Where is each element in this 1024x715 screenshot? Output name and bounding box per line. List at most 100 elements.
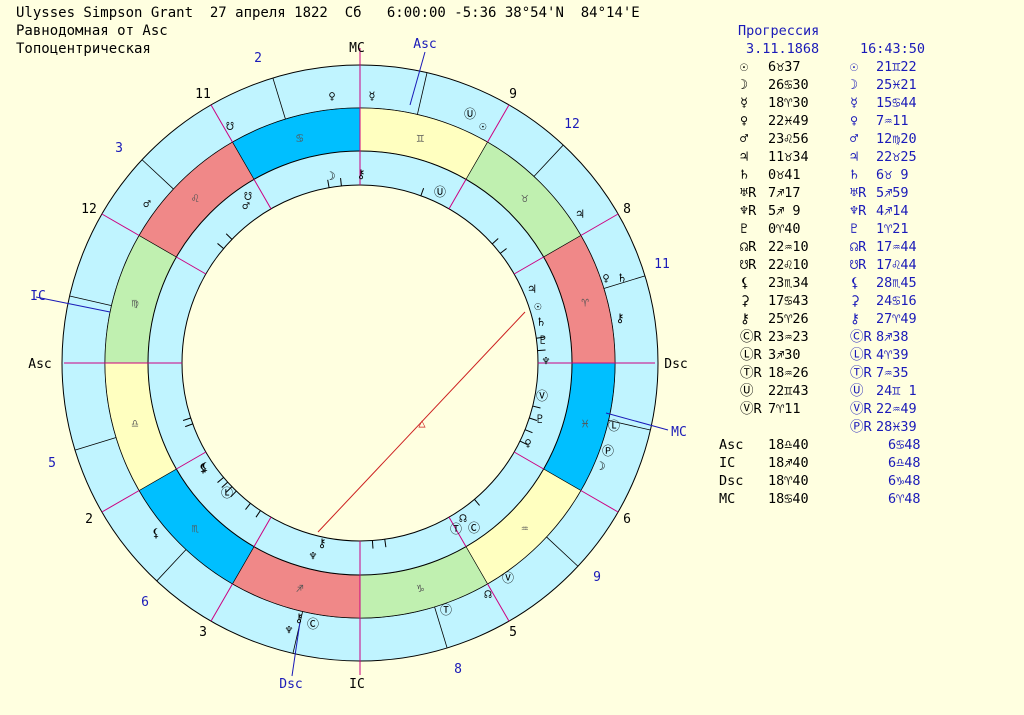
progressed-planet-glyph: ⚸: [850, 275, 860, 291]
natal-asc-label: Asc: [28, 357, 51, 372]
outer-planet-glyph: Ⓤ: [464, 107, 476, 121]
natal-dsc-label: Dsc: [664, 357, 687, 372]
natal-planet-position: 23♌56: [768, 131, 809, 147]
outer-planet-glyph: ⚸: [152, 526, 161, 540]
natal-house-number: 6: [623, 512, 631, 527]
progressed-house-number: 9: [593, 570, 601, 585]
outer-planet-glyph: Ⓟ: [602, 444, 614, 458]
progressed-planet-glyph: ⓉR: [850, 365, 872, 381]
sign-glyph: ♌: [192, 191, 199, 205]
progressed-planet-position: 17♌44: [876, 257, 917, 273]
progressed-planet-position: 28♏45: [876, 275, 917, 291]
progression-time: 16:43:50: [860, 41, 926, 57]
progressed-planet-glyph: ♆R: [850, 203, 867, 219]
angle-progressed-position: 6♈48: [888, 491, 921, 507]
natal-planet-glyph: ⒸR: [740, 329, 762, 345]
sign-glyph: ♎: [131, 416, 138, 430]
planet-tick: [371, 540, 374, 549]
progressed-ic-label: IC: [30, 289, 46, 304]
progressed-asc-label: Asc: [413, 37, 436, 52]
natal-planet-glyph: ♀: [740, 113, 749, 129]
progressed-planet-position: 22♉25: [876, 149, 917, 165]
outer-planet-glyph: ☋: [226, 119, 234, 133]
natal-planet-position: 22♓49: [768, 113, 809, 129]
natal-planet-position: 6♉37: [768, 59, 801, 75]
natal-planet-glyph: ⓉR: [740, 365, 762, 381]
natal-planet-glyph: ♃: [740, 149, 749, 165]
natal-house-number: 11: [195, 87, 211, 102]
natal-mc-label: MC: [349, 41, 365, 56]
progressed-planet-glyph: ♄: [850, 167, 859, 183]
natal-planet-position: 5♐ 9: [768, 203, 801, 219]
trine-aspect-symbol: △: [418, 416, 426, 430]
natal-planet-position: 26♋30: [768, 77, 809, 93]
progressed-planet-position: 1♈21: [876, 221, 909, 237]
sign-glyph: ♉: [521, 191, 528, 205]
inner-planet-glyph: ♆: [542, 354, 549, 368]
progressed-planet-position: 17♒44: [876, 239, 917, 255]
natal-planet-glyph: ♄: [740, 167, 749, 183]
progressed-planet-position: 27♈49: [876, 311, 917, 327]
natal-planet-position: 18♒26: [768, 365, 809, 381]
natal-planet-glyph: ♅R: [740, 185, 757, 201]
progressed-planet-glyph: ⒸR: [850, 329, 872, 345]
sign-glyph: ♈: [581, 296, 589, 310]
outer-planet-glyph: ☊: [484, 587, 492, 601]
progressed-planet-glyph: ⓅR: [850, 419, 872, 435]
sign-glyph: ♒: [521, 521, 528, 535]
progressed-planet-glyph: ☿: [850, 95, 859, 111]
progressed-planet-glyph: ⚳: [850, 293, 860, 309]
natal-planet-glyph: Ⓤ: [740, 383, 754, 399]
outer-planet-glyph: ♆: [285, 623, 292, 637]
inner-planet-glyph: ♇: [536, 412, 543, 426]
progressed-planet-position: 4♐14: [876, 203, 909, 219]
outer-planet-glyph: Ⓛ: [608, 419, 620, 433]
natal-planet-glyph: ☽: [740, 77, 749, 93]
natal-planet-position: 22♌10: [768, 257, 809, 273]
progressed-planet-position: 15♋44: [876, 95, 917, 111]
natal-house-number: 2: [85, 512, 93, 527]
progressed-house-number: 11: [654, 257, 670, 272]
progressed-planet-position: 8♐38: [876, 329, 909, 345]
progressed-planet-position: 28♓39: [876, 419, 917, 435]
natal-house-number: 12: [81, 202, 97, 217]
progressed-house-number: 2: [254, 51, 262, 66]
progressed-house-number: 12: [564, 117, 580, 132]
angle-name: MC: [719, 491, 736, 507]
inner-planet-glyph: ⚸: [201, 460, 210, 474]
progressed-planet-glyph: ⓁR: [850, 347, 872, 363]
outer-planet-glyph: ☽: [598, 459, 605, 473]
natal-planet-glyph: ♂: [740, 131, 749, 147]
progressed-planet-position: 7♒11: [876, 113, 909, 129]
progressed-house-number: 6: [141, 595, 149, 610]
progressed-planet-position: 22♒49: [876, 401, 917, 417]
natal-planet-glyph: ⚷: [740, 311, 750, 327]
natal-planet-position: 0♉41: [768, 167, 801, 183]
progressed-planet-glyph: ♅R: [850, 185, 867, 201]
sign-glyph: ♓: [581, 416, 588, 430]
outer-planet-glyph: ♀: [328, 89, 335, 103]
angle-progressed-position: 6♎48: [888, 455, 921, 471]
progressed-planet-position: 6♉ 9: [876, 167, 909, 183]
outer-planet-glyph: Ⓥ: [502, 571, 514, 585]
natal-planet-position: 18♈30: [768, 95, 809, 111]
angle-name: IC: [719, 455, 736, 471]
progressed-planet-glyph: ♀: [850, 113, 859, 129]
natal-planet-position: 0♈40: [768, 221, 801, 237]
planet-tick: [537, 349, 546, 352]
natal-house-number: 9: [509, 87, 517, 102]
natal-house-number: 5: [509, 625, 517, 640]
angle-name: Asc: [719, 437, 744, 453]
progressed-planet-position: 24♊ 1: [876, 383, 917, 399]
inner-planet-glyph: ♆: [309, 549, 316, 563]
progressed-planet-position: 24♋16: [876, 293, 917, 309]
natal-planet-glyph: ♇: [740, 221, 749, 237]
inner-planet-glyph: Ⓒ: [468, 521, 480, 535]
angle-progressed-position: 6♋48: [888, 437, 921, 453]
progressed-house-number: 5: [48, 456, 56, 471]
natal-planet-position: 25♈26: [768, 311, 809, 327]
progressed-planet-glyph: ⚷: [850, 311, 860, 327]
angle-natal-position: 18♈40: [768, 473, 809, 489]
inner-planet-glyph: ☋: [244, 189, 252, 203]
progressed-planet-glyph: ☉: [850, 59, 859, 75]
